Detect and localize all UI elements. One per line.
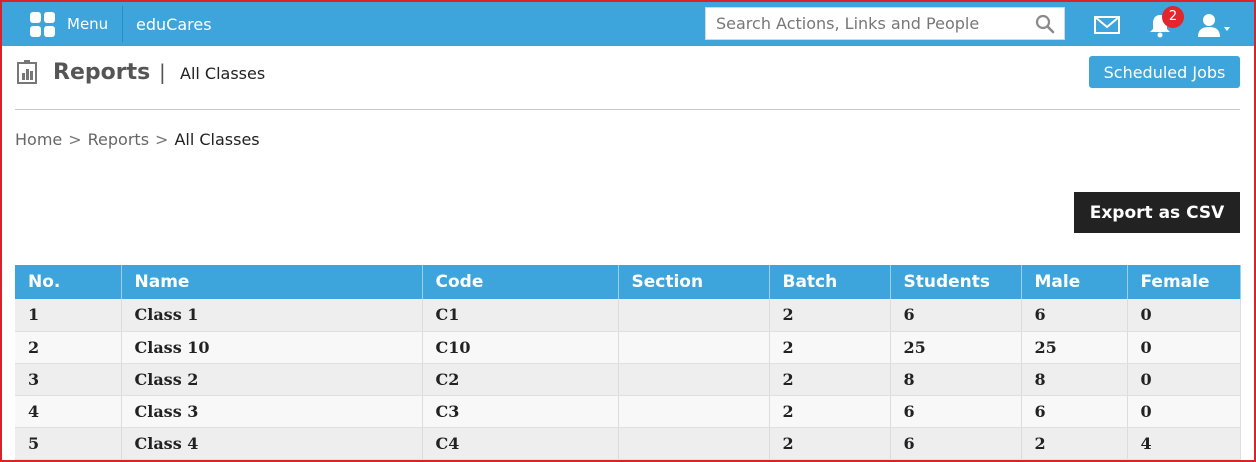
search-icon[interactable] xyxy=(1035,14,1055,34)
breadcrumb-separator: > xyxy=(68,130,82,149)
cell-female: 4 xyxy=(1127,427,1241,460)
cell-students: 25 xyxy=(890,331,1022,364)
cell-code: C4 xyxy=(422,427,619,460)
column-header-batch[interactable]: Batch xyxy=(769,265,891,299)
cell-batch: 2 xyxy=(769,299,891,332)
cell-name: Class 10 xyxy=(121,331,423,364)
cell-name: Class 2 xyxy=(121,363,423,396)
cell-male: 8 xyxy=(1021,363,1128,396)
cell-name: Class 1 xyxy=(121,299,423,332)
cell-male: 6 xyxy=(1021,299,1128,332)
header-divider xyxy=(15,109,1240,110)
cell-batch: 2 xyxy=(769,395,891,428)
column-header-section[interactable]: Section xyxy=(618,265,770,299)
mail-icon[interactable] xyxy=(1094,15,1120,35)
column-header-students[interactable]: Students xyxy=(890,265,1022,299)
column-header-male[interactable]: Male xyxy=(1021,265,1128,299)
cell-no: 1 xyxy=(15,299,122,332)
export-csv-button[interactable]: Export as CSV xyxy=(1074,192,1240,233)
top-navigation-bar: Menu eduCares 2 xyxy=(2,2,1254,46)
cell-section xyxy=(618,395,770,428)
cell-name: Class 4 xyxy=(121,427,423,460)
breadcrumb: Home > Reports > All Classes xyxy=(15,130,260,149)
cell-name: Class 3 xyxy=(121,395,423,428)
cell-students: 6 xyxy=(890,395,1022,428)
cell-section xyxy=(618,331,770,364)
cell-male: 6 xyxy=(1021,395,1128,428)
cell-code: C10 xyxy=(422,331,619,364)
classes-table: No. Name Code Section Batch Students Mal… xyxy=(15,265,1241,460)
cell-section xyxy=(618,299,770,332)
cell-section xyxy=(618,363,770,396)
user-icon[interactable] xyxy=(1196,12,1232,38)
scheduled-jobs-button[interactable]: Scheduled Jobs xyxy=(1089,56,1240,88)
cell-batch: 2 xyxy=(769,427,891,460)
brand-link[interactable]: eduCares xyxy=(136,15,212,34)
table-row[interactable]: 2 Class 10 C10 2 25 25 0 xyxy=(15,331,1241,364)
menu-label: Menu xyxy=(67,15,109,33)
table-row[interactable]: 1 Class 1 C1 2 6 6 0 xyxy=(15,299,1241,332)
column-header-code[interactable]: Code xyxy=(422,265,619,299)
search-box xyxy=(705,7,1065,40)
search-input[interactable] xyxy=(706,8,1026,39)
cell-code: C3 xyxy=(422,395,619,428)
cell-code: C2 xyxy=(422,363,619,396)
cell-no: 2 xyxy=(15,331,122,364)
cell-male: 2 xyxy=(1021,427,1128,460)
cell-no: 4 xyxy=(15,395,122,428)
menu-button[interactable]: Menu xyxy=(16,6,123,42)
table-row[interactable]: 4 Class 3 C3 2 6 6 0 xyxy=(15,395,1241,428)
page-subtitle: All Classes xyxy=(180,64,266,83)
cell-female: 0 xyxy=(1127,395,1241,428)
notification-badge: 2 xyxy=(1162,6,1184,28)
grid-menu-icon xyxy=(30,12,56,38)
reports-icon xyxy=(17,60,37,84)
cell-batch: 2 xyxy=(769,363,891,396)
cell-students: 8 xyxy=(890,363,1022,396)
breadcrumb-reports[interactable]: Reports xyxy=(88,130,149,149)
table-row[interactable]: 3 Class 2 C2 2 8 8 0 xyxy=(15,363,1241,396)
column-header-name[interactable]: Name xyxy=(121,265,423,299)
breadcrumb-separator: > xyxy=(155,130,169,149)
cell-female: 0 xyxy=(1127,331,1241,364)
cell-male: 25 xyxy=(1021,331,1128,364)
cell-section xyxy=(618,427,770,460)
cell-students: 6 xyxy=(890,299,1022,332)
column-header-female[interactable]: Female xyxy=(1127,265,1241,299)
breadcrumb-current: All Classes xyxy=(174,130,260,149)
cell-no: 5 xyxy=(15,427,122,460)
cell-no: 3 xyxy=(15,363,122,396)
page-title: Reports xyxy=(53,60,151,85)
cell-code: C1 xyxy=(422,299,619,332)
title-separator: | xyxy=(159,60,166,84)
table-row[interactable]: 5 Class 4 C4 2 6 2 4 xyxy=(15,427,1241,460)
cell-female: 0 xyxy=(1127,299,1241,332)
cell-female: 0 xyxy=(1127,363,1241,396)
table-header-row: No. Name Code Section Batch Students Mal… xyxy=(15,265,1241,299)
cell-batch: 2 xyxy=(769,331,891,364)
column-header-no[interactable]: No. xyxy=(15,265,122,299)
cell-students: 6 xyxy=(890,427,1022,460)
breadcrumb-home[interactable]: Home xyxy=(15,130,62,149)
